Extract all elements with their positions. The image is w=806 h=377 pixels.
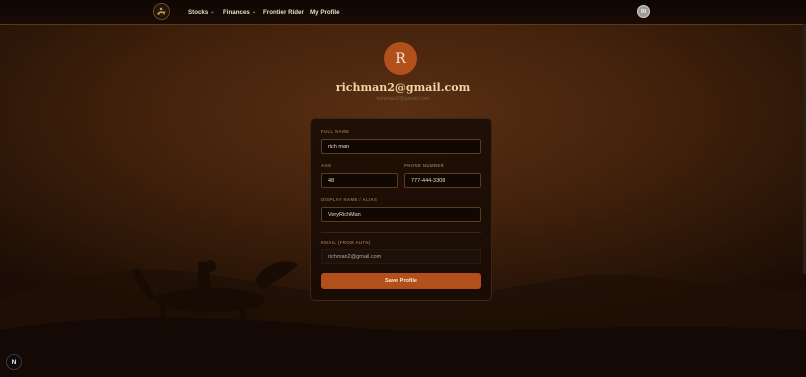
user-avatar-initial: RI xyxy=(641,8,646,15)
nav-my-profile[interactable]: My Profile xyxy=(310,6,340,18)
nav-frontier-rider[interactable]: Frontier Rider xyxy=(263,6,304,18)
save-profile-button[interactable]: Save Profile xyxy=(321,273,481,289)
top-navbar: Stocks ⌄ Finances ⌄ Frontier Rider My Pr… xyxy=(0,0,806,25)
nav-frontier-rider-label: Frontier Rider xyxy=(263,8,304,16)
display-name-label: DISPLAY NAME / ALIAS xyxy=(321,197,378,202)
divider xyxy=(321,232,481,233)
full-name-field[interactable]: rich man xyxy=(321,139,481,154)
display-name-field[interactable]: VeryRichMan xyxy=(321,207,481,222)
nav-stocks-label: Stocks xyxy=(188,8,209,16)
profile-email-title: richman2@gmail.com xyxy=(335,81,471,94)
dev-tools-badge-label: N xyxy=(11,358,17,366)
horse-rider-icon xyxy=(157,7,166,15)
phone-number-field[interactable]: 777-444-3308 xyxy=(404,173,481,188)
nav-finances[interactable]: Finances ⌄ xyxy=(223,6,256,18)
nav-my-profile-label: My Profile xyxy=(310,8,340,16)
user-avatar[interactable]: RI xyxy=(637,5,650,18)
profile-avatar-initial: R xyxy=(395,50,406,67)
email-label: EMAIL (FROM AUTH) xyxy=(321,240,371,245)
profile-email-subtitle: richman2@gmail.com xyxy=(376,96,430,102)
logo[interactable] xyxy=(153,3,170,20)
age-label: AGE xyxy=(321,163,332,168)
age-field[interactable]: 48 xyxy=(321,173,398,188)
chevron-down-icon: ⌄ xyxy=(210,9,215,15)
phone-number-label: PHONE NUMBER xyxy=(404,163,445,168)
profile-avatar: R xyxy=(384,42,417,75)
chevron-down-icon: ⌄ xyxy=(251,9,257,15)
nav-stocks[interactable]: Stocks ⌄ xyxy=(188,6,215,18)
dev-tools-badge[interactable]: N xyxy=(6,354,22,370)
email-field: richman2@gmail.com xyxy=(321,249,481,264)
full-name-label: FULL NAME xyxy=(321,129,350,134)
nav-finances-label: Finances xyxy=(223,8,250,16)
